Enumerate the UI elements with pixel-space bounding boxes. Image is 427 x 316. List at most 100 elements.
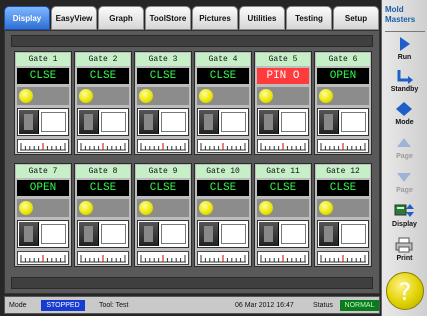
- gate-status: PIN O: [257, 68, 309, 84]
- tab-graph[interactable]: Graph: [98, 6, 144, 30]
- gate-status: CLSE: [197, 180, 249, 196]
- gate-position-scale: [137, 251, 189, 265]
- standby-label: Standby: [390, 86, 419, 93]
- gate-tile[interactable]: Gate 11 CLSE: [254, 163, 312, 267]
- gate-tile[interactable]: Gate 4 CLSE: [194, 51, 252, 155]
- gate-toggle-switch[interactable]: [317, 108, 369, 136]
- status-bar: Mode STOPPED Tool: Test 06 Mar 2012 16:4…: [4, 296, 380, 314]
- gate-title: Gate 6: [316, 53, 370, 66]
- tab-setup[interactable]: Setup: [333, 6, 379, 30]
- gate-title: Gate 7: [16, 165, 70, 178]
- gate-tile[interactable]: Gate 10 CLSE: [194, 163, 252, 267]
- page-down-button[interactable]: Page: [384, 167, 425, 199]
- gate-position-scale: [257, 251, 309, 265]
- logo-line-2: Masters: [385, 15, 416, 24]
- page-up-button[interactable]: Page: [384, 133, 425, 165]
- gate-position-scale: [77, 139, 129, 153]
- gate-toggle-switch[interactable]: [257, 220, 309, 248]
- gate-tile[interactable]: Gate 5 PIN O: [254, 51, 312, 155]
- question-mark-icon: ?: [398, 278, 412, 306]
- gate-title: Gate 5: [256, 53, 310, 66]
- gate-position-scale: [197, 251, 249, 265]
- play-icon: [400, 37, 410, 51]
- toggle-knob: [139, 222, 159, 246]
- print-label: Print: [396, 255, 413, 262]
- scale-ticks: [260, 143, 306, 151]
- gate-indicator-row: [197, 87, 249, 105]
- gate-toggle-switch[interactable]: [17, 108, 69, 136]
- gate-title: Gate 12: [316, 165, 370, 178]
- gate-tile[interactable]: Gate 8 CLSE: [74, 163, 132, 267]
- help-button[interactable]: ?: [386, 272, 424, 310]
- toggle-window: [341, 224, 366, 244]
- gate-toggle-switch[interactable]: [317, 220, 369, 248]
- toggle-knob: [319, 222, 339, 246]
- gate-indicator-row: [317, 87, 369, 105]
- gate-led-indicator: [139, 201, 153, 215]
- gate-led-indicator: [199, 89, 213, 103]
- scale-ticks: [320, 143, 366, 151]
- gate-tile[interactable]: Gate 2 CLSE: [74, 51, 132, 155]
- toggle-knob: [259, 222, 279, 246]
- gate-led-indicator: [259, 201, 273, 215]
- gate-indicator-row: [17, 199, 69, 217]
- standby-button[interactable]: Standby: [384, 66, 425, 98]
- gate-status: CLSE: [137, 68, 189, 84]
- scale-ticks: [320, 255, 366, 263]
- scale-ticks: [80, 143, 126, 151]
- gate-toggle-switch[interactable]: [77, 220, 129, 248]
- gate-status: CLSE: [197, 68, 249, 84]
- toggle-knob: [79, 222, 99, 246]
- tab-easyview[interactable]: EasyView: [51, 6, 97, 30]
- gate-led-indicator: [139, 89, 153, 103]
- tab-utilities[interactable]: Utilities: [239, 6, 285, 30]
- run-label: Run: [397, 54, 412, 61]
- gate-status: OPEN: [317, 68, 369, 84]
- gate-toggle-switch[interactable]: [17, 220, 69, 248]
- mode-label: Mode: [9, 302, 27, 309]
- toggle-window: [221, 112, 246, 132]
- mode-button-label: Mode: [395, 119, 414, 126]
- gate-toggle-switch[interactable]: [197, 108, 249, 136]
- gate-toggle-switch[interactable]: [77, 108, 129, 136]
- run-button[interactable]: Run: [384, 34, 425, 66]
- gate-tile[interactable]: Gate 6 OPEN: [314, 51, 372, 155]
- gate-toggle-switch[interactable]: [257, 108, 309, 136]
- diamond-icon: [396, 102, 412, 116]
- scale-ticks: [80, 255, 126, 263]
- mold-masters-logo: Mold Masters: [385, 5, 425, 32]
- gate-indicator-row: [77, 87, 129, 105]
- gate-tile[interactable]: Gate 12 CLSE: [314, 163, 372, 267]
- gate-title: Gate 1: [16, 53, 70, 66]
- tab-testing[interactable]: Testing: [286, 6, 332, 30]
- gate-position-scale: [197, 139, 249, 153]
- tab-toolstore[interactable]: ToolStore: [145, 6, 191, 30]
- display-button[interactable]: Display: [384, 201, 425, 233]
- gate-tile[interactable]: Gate 3 CLSE: [134, 51, 192, 155]
- panel-top-strip: [11, 35, 373, 47]
- display-icon: [394, 204, 414, 217]
- gate-toggle-switch[interactable]: [197, 220, 249, 248]
- gate-title: Gate 9: [136, 165, 190, 178]
- toggle-knob: [319, 110, 339, 134]
- gate-tile[interactable]: Gate 9 CLSE: [134, 163, 192, 267]
- gate-tile[interactable]: Gate 7 OPEN: [14, 163, 72, 267]
- tab-pictures[interactable]: Pictures: [192, 6, 238, 30]
- toggle-knob: [19, 110, 39, 134]
- gate-toggle-switch[interactable]: [137, 220, 189, 248]
- gate-led-indicator: [19, 201, 33, 215]
- toggle-window: [101, 224, 126, 244]
- date-time: 06 Mar 2012 16:47: [235, 302, 294, 309]
- gate-toggle-switch[interactable]: [137, 108, 189, 136]
- toggle-window: [221, 224, 246, 244]
- toggle-window: [41, 112, 66, 132]
- print-button[interactable]: Print: [384, 235, 425, 267]
- gate-indicator-row: [137, 87, 189, 105]
- gate-led-indicator: [259, 89, 273, 103]
- toggle-knob: [259, 110, 279, 134]
- tab-display[interactable]: Display: [4, 6, 50, 30]
- toggle-window: [161, 224, 186, 244]
- toggle-window: [161, 112, 186, 132]
- mode-button[interactable]: Mode: [384, 99, 425, 131]
- gate-tile[interactable]: Gate 1 CLSE: [14, 51, 72, 155]
